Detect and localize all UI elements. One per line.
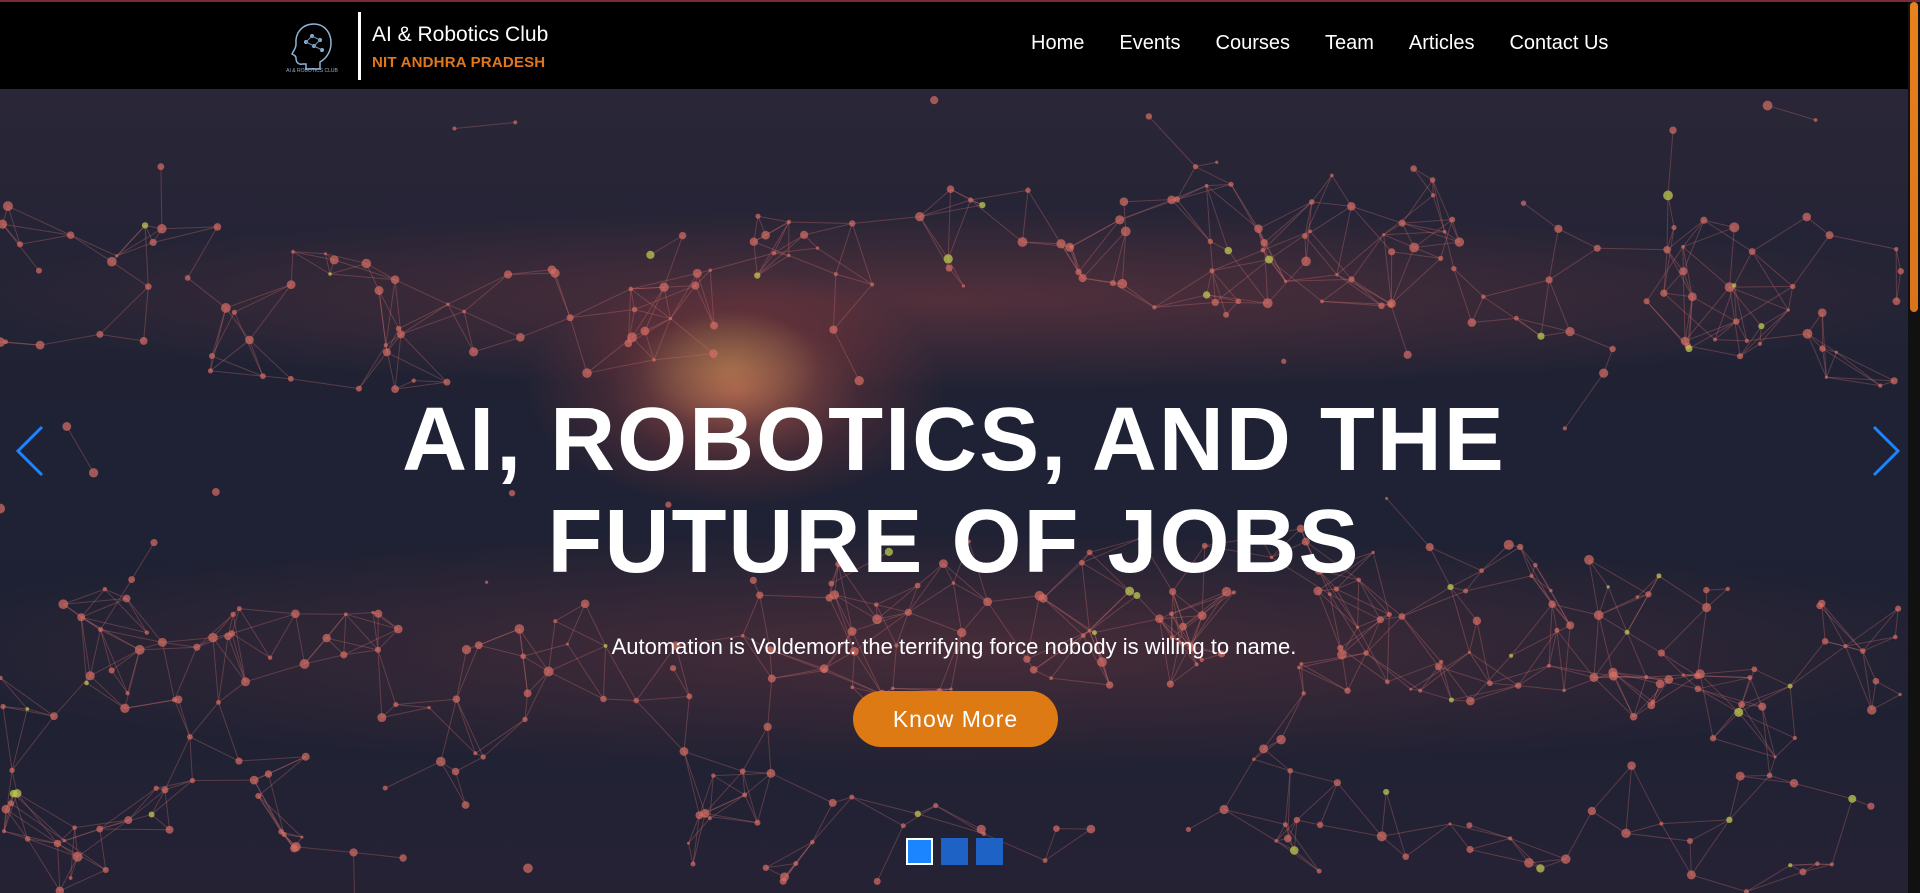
carousel-indicator-3[interactable]: [976, 838, 1003, 865]
know-more-button[interactable]: Know More: [853, 691, 1058, 747]
nav-item-contact-us[interactable]: Contact Us: [1509, 30, 1608, 56]
nav-item-articles[interactable]: Articles: [1409, 30, 1475, 56]
nav-item-courses[interactable]: Courses: [1216, 30, 1290, 56]
brand[interactable]: AI & ROBOTICS CLUB AI & Robotics Club NI…: [284, 12, 548, 80]
hero-title: AI, ROBOTICS, AND THE FUTURE OF JOBS: [0, 389, 1908, 593]
carousel-indicator-1[interactable]: [906, 838, 933, 865]
brand-title: AI & Robotics Club: [372, 22, 549, 46]
hero-title-line2: FUTURE OF JOBS: [547, 492, 1361, 592]
logo-text: AI & ROBOTICS CLUB: [286, 68, 338, 74]
carousel-indicator-2[interactable]: [941, 838, 968, 865]
brand-divider: [358, 12, 361, 80]
nav-item-team[interactable]: Team: [1325, 30, 1374, 56]
hero-subtitle: Automation is Voldemort: the terrifying …: [611, 634, 1297, 659]
chevron-left-icon[interactable]: [12, 419, 52, 483]
carousel-indicators: [906, 838, 1003, 865]
brand-subtitle: NIT ANDHRA PRADESH: [372, 53, 546, 71]
page-scrollbar[interactable]: [1908, 2, 1920, 893]
scrollbar-thumb[interactable]: [1910, 2, 1918, 312]
chevron-right-icon[interactable]: [1864, 419, 1904, 483]
hero-title-line1: AI, ROBOTICS, AND THE: [402, 390, 1506, 490]
hero-carousel: AI, ROBOTICS, AND THE FUTURE OF JOBS Aut…: [0, 89, 1908, 893]
navbar: AI & ROBOTICS CLUB AI & Robotics Club NI…: [0, 2, 1908, 89]
brain-head-logo-icon: AI & ROBOTICS CLUB: [284, 18, 340, 74]
nav-item-events[interactable]: Events: [1119, 30, 1180, 56]
main-nav: Home Events Courses Team Articles Contac…: [1031, 30, 1608, 56]
top-accent-line: [0, 0, 1920, 2]
nav-item-home[interactable]: Home: [1031, 30, 1084, 56]
